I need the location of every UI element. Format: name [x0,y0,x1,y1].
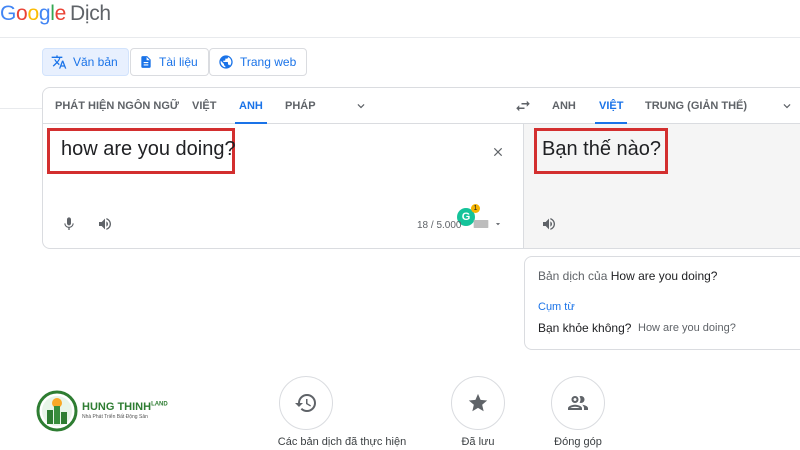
watermark-name-text: HUNG THINH [82,401,152,413]
caret-down-icon [495,223,501,226]
translation-card: PHÁT HIỆN NGÔN NGỮ VIỆT ANH PHÁP ANH VIỆ… [42,87,800,249]
definition-source: How are you doing? [638,322,736,334]
voice-input-button[interactable] [57,212,81,236]
grammarly-badge: 1 [471,204,480,213]
saved-button[interactable] [451,376,505,430]
source-lang-french[interactable]: PHÁP [285,88,316,124]
close-icon [493,147,503,157]
keyboard-tools-button[interactable] [471,216,505,232]
language-bar: PHÁT HIỆN NGÔN NGỮ VIỆT ANH PHÁP ANH VIỆ… [43,88,800,124]
history-button[interactable] [279,376,333,430]
star-icon [468,393,488,412]
contribute-label: Đóng góp [554,436,602,448]
target-lang-chinese[interactable]: TRUNG (GIẢN THỂ) [645,88,747,124]
listen-translation-button[interactable] [537,212,561,236]
mode-website-label: Trang web [240,55,297,69]
chevron-down-icon [357,104,365,109]
hung-thinh-logo [36,390,78,432]
clear-source-button[interactable] [487,141,509,163]
mode-document-button[interactable]: Tài liệu [130,48,209,76]
speaker-icon [543,218,555,230]
logo-letter-g: G [0,2,17,25]
target-lang-more-button[interactable] [777,96,797,116]
mode-website-button[interactable]: Trang web [209,48,308,76]
definitions-panel: Bản dịch của How are you doing? Cụm từ B… [524,256,800,350]
logo-letter-o1: o [16,2,28,25]
product-name: Dịch [69,2,111,25]
target-lang-vietnamese[interactable]: VIỆT [594,88,628,124]
history-label: Các bản dịch đã thực hiện [277,436,407,448]
contribute-button[interactable] [551,376,605,430]
watermark-slogan: Nhà Phát Triển Bất Động Sản [82,414,148,420]
logo-letter-g2: g [38,2,51,25]
logo-letter-o2: o [27,2,39,25]
source-lang-more-button[interactable] [351,96,371,116]
mode-document-label: Tài liệu [159,55,198,69]
character-count: 18 / 5.000 [417,220,462,231]
logo-letter-e: e [54,2,67,25]
source-lang-english[interactable]: ANH [235,88,267,124]
definitions-title-prefix: Bản dịch của [538,269,608,283]
keyboard-icon [473,220,489,228]
definitions-title: Bản dịch của How are you doing? [538,269,717,283]
swap-icon [516,100,530,112]
speaker-icon [99,218,111,230]
source-text-input[interactable]: how are you doing? [61,138,236,161]
document-icon [141,56,151,68]
translated-text: Bạn thế nào? [542,138,661,160]
google-translate-logo[interactable]: Google Dịch [0,2,111,26]
chevron-down-icon [783,104,791,109]
people-icon [568,396,588,410]
target-pane: Bạn thế nào? [523,124,800,248]
globe-icon [219,55,233,69]
definition-translation[interactable]: Bạn khỏe không? [538,321,631,335]
source-lang-detect[interactable]: PHÁT HIỆN NGÔN NGỮ [55,88,179,124]
mode-text-label: Văn bản [73,55,118,69]
microphone-icon [64,217,74,230]
target-lang-english[interactable]: ANH [552,88,576,124]
source-lang-vietnamese[interactable]: VIỆT [192,88,216,124]
definitions-title-term: How are you doing? [610,269,718,283]
saved-label: Đã lưu [461,436,495,448]
swap-languages-button[interactable] [511,94,535,118]
watermark-name-suffix: LAND [151,401,168,408]
source-pane: how are you doing? G 1 18 / 5.000 [43,124,523,248]
listen-source-button[interactable] [93,212,117,236]
definitions-section-label: Cụm từ [538,301,575,313]
watermark-name: HUNG THINHLAND [82,401,168,413]
mode-text-button[interactable]: Văn bản [42,48,129,76]
history-icon [295,394,316,412]
translate-icon [51,55,67,69]
